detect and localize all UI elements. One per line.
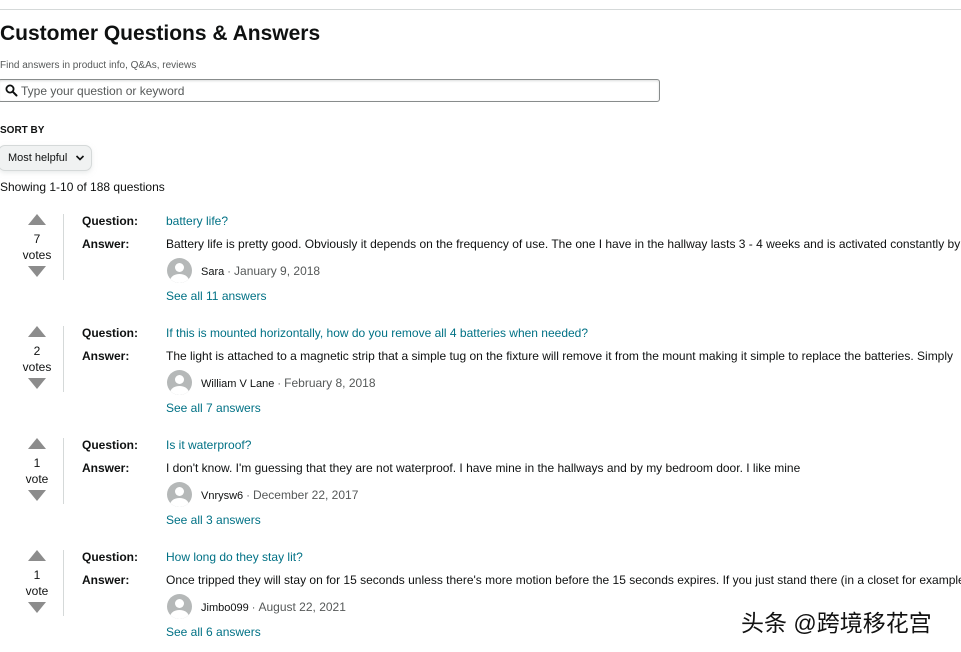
sort-selected-value: Most helpful — [8, 152, 68, 164]
upvote-arrow-icon[interactable] — [28, 326, 46, 337]
answer-byline: Vnrysw6 · December 22, 2017 — [201, 488, 359, 502]
answer-date: January 9, 2018 — [234, 264, 321, 278]
vote-divider — [63, 550, 64, 616]
answer-text: Once tripped they will stay on for 15 se… — [166, 573, 961, 587]
answer-byline: Jimbo099 · August 22, 2021 — [201, 600, 346, 614]
answer-date: February 8, 2018 — [284, 376, 376, 390]
qa-item: 2 votes Question: If this is mounted hor… — [0, 326, 961, 438]
vote-label: vote — [25, 472, 49, 486]
vote-count: 2 — [33, 344, 41, 358]
chevron-down-icon — [75, 155, 85, 161]
answer-byline: Sara · January 9, 2018 — [201, 264, 321, 278]
search-icon — [5, 84, 18, 97]
search-hint: Find answers in product info, Q&As, revi… — [0, 60, 197, 71]
question-label: Question: — [82, 438, 138, 452]
vote-count: 1 — [33, 568, 41, 582]
sort-dropdown[interactable]: Most helpful — [0, 145, 92, 171]
answer-text: I don't know. I'm guessing that they are… — [166, 461, 801, 475]
avatar — [167, 370, 192, 395]
vote-label: votes — [22, 248, 52, 262]
answer-label: Answer: — [82, 349, 130, 363]
downvote-arrow-icon[interactable] — [28, 602, 46, 613]
author-name: William V Lane — [201, 378, 275, 390]
avatar — [167, 258, 192, 283]
vote-count: 1 — [33, 456, 41, 470]
answer-date: August 22, 2021 — [258, 600, 346, 614]
top-divider — [0, 9, 961, 10]
upvote-arrow-icon[interactable] — [28, 214, 46, 225]
see-all-answers-link[interactable]: See all 6 answers — [166, 625, 261, 639]
answer-label: Answer: — [82, 461, 130, 475]
search-input[interactable] — [21, 82, 641, 99]
upvote-arrow-icon[interactable] — [28, 438, 46, 449]
author-name: Vnrysw6 — [201, 490, 244, 502]
search-box[interactable] — [0, 79, 660, 102]
answer-byline: William V Lane · February 8, 2018 — [201, 376, 376, 390]
vote-divider — [63, 326, 64, 392]
avatar — [167, 594, 192, 619]
see-all-answers-link[interactable]: See all 11 answers — [166, 289, 267, 303]
answer-text: The light is attached to a magnetic stri… — [166, 349, 954, 363]
question-link[interactable]: battery life? — [166, 214, 228, 228]
upvote-arrow-icon[interactable] — [28, 550, 46, 561]
downvote-arrow-icon[interactable] — [28, 378, 46, 389]
vote-widget: 1 vote — [18, 550, 56, 620]
answer-label: Answer: — [82, 237, 130, 251]
question-link[interactable]: How long do they stay lit? — [166, 550, 303, 564]
vote-widget: 2 votes — [18, 326, 56, 396]
question-label: Question: — [82, 550, 138, 564]
author-name: Jimbo099 — [201, 602, 249, 614]
avatar — [167, 482, 192, 507]
sort-by-label: SORT BY — [0, 125, 45, 136]
answer-text: Battery life is pretty good. Obviously i… — [166, 237, 961, 251]
results-summary: Showing 1-10 of 188 questions — [0, 180, 165, 194]
vote-widget: 7 votes — [18, 214, 56, 284]
qa-item: 7 votes Question: battery life? Answer: … — [0, 214, 961, 326]
vote-divider — [63, 438, 64, 504]
question-label: Question: — [82, 214, 138, 228]
see-all-answers-link[interactable]: See all 7 answers — [166, 401, 261, 415]
answer-label: Answer: — [82, 573, 130, 587]
see-all-answers-link[interactable]: See all 3 answers — [166, 513, 261, 527]
vote-label: votes — [22, 360, 52, 374]
question-link[interactable]: Is it waterproof? — [166, 438, 251, 452]
author-name: Sara — [201, 266, 225, 278]
vote-count: 7 — [33, 232, 41, 246]
page-title: Customer Questions & Answers — [0, 22, 321, 45]
answer-date: December 22, 2017 — [252, 488, 359, 502]
qa-item: 1 vote Question: Is it waterproof? Answe… — [0, 438, 961, 550]
vote-divider — [63, 214, 64, 280]
downvote-arrow-icon[interactable] — [28, 490, 46, 501]
question-link[interactable]: If this is mounted horizontally, how do … — [166, 326, 588, 340]
question-label: Question: — [82, 326, 138, 340]
vote-widget: 1 vote — [18, 438, 56, 508]
watermark-text: 头条 @跨境移花宫 — [741, 610, 932, 636]
vote-label: vote — [25, 584, 49, 598]
downvote-arrow-icon[interactable] — [28, 266, 46, 277]
